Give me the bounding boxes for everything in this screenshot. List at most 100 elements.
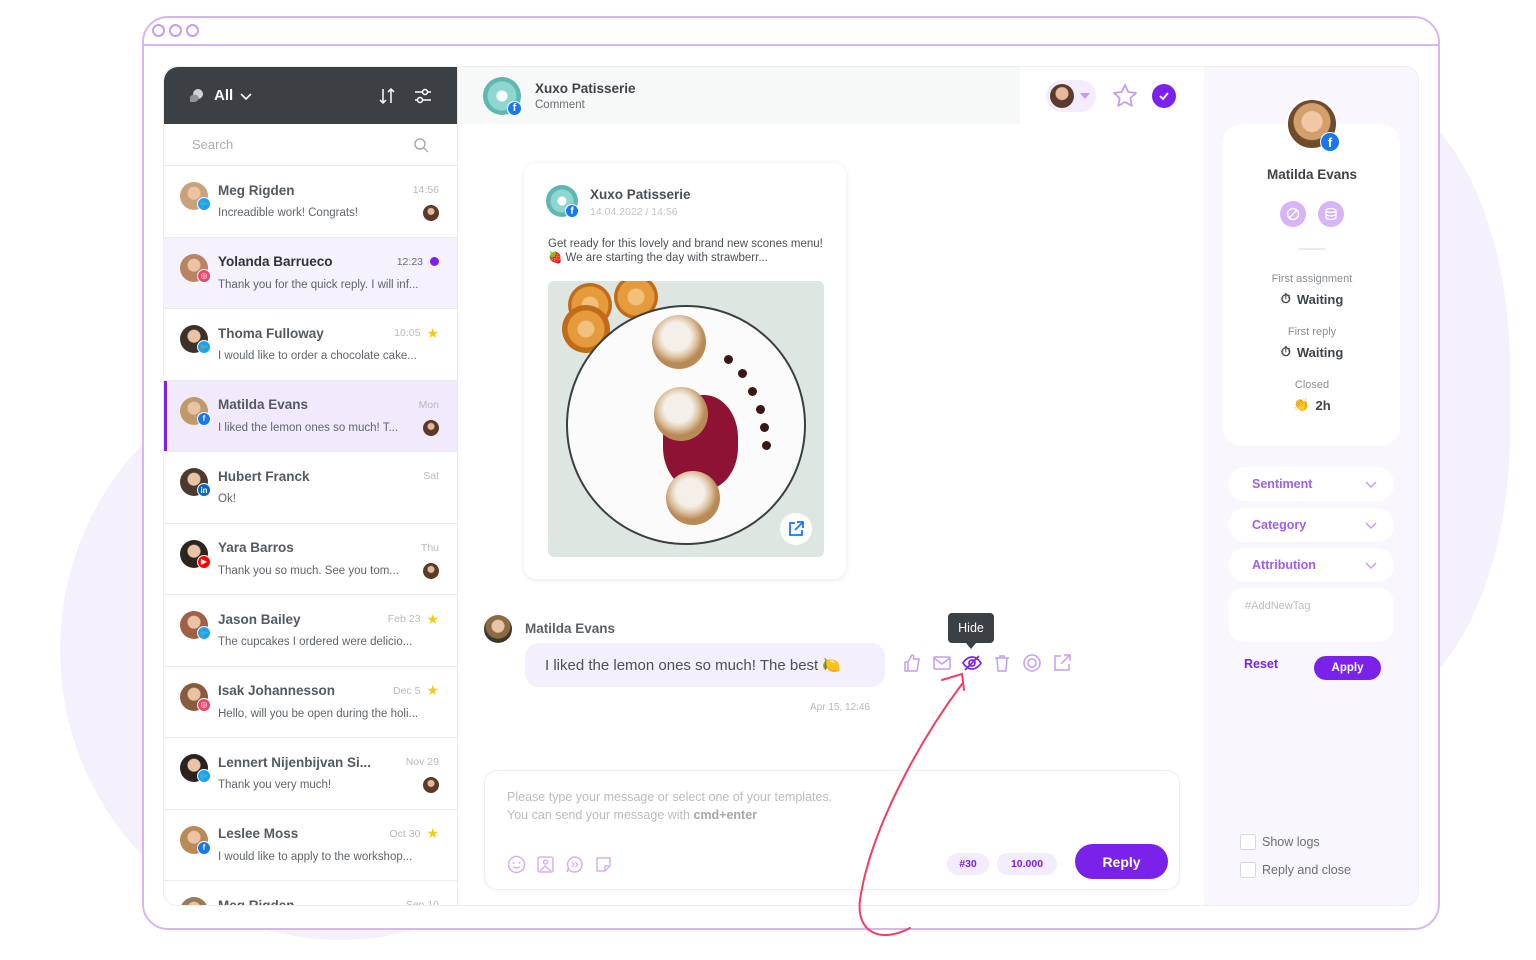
filter-sliders-icon[interactable] — [413, 86, 433, 106]
apply-button[interactable]: Apply — [1314, 656, 1381, 680]
post-image[interactable] — [548, 281, 824, 557]
checkbox[interactable] — [1240, 834, 1256, 850]
conversation-time: Thu — [420, 541, 439, 554]
reset-button[interactable]: Reset — [1244, 657, 1278, 671]
conversation-preview: I liked the lemon ones so much! T... — [218, 421, 399, 434]
facebook-icon: f — [565, 204, 579, 218]
filter-all-label[interactable]: All — [214, 87, 233, 104]
chevron-down-icon — [1365, 522, 1377, 530]
chevron-down-icon[interactable] — [239, 89, 253, 103]
checkbox[interactable] — [1240, 862, 1256, 878]
add-tag-input[interactable] — [1228, 588, 1394, 624]
reply-button[interactable]: Reply — [1075, 844, 1168, 879]
conversation-preview: I would like to order a chocolate cake..… — [218, 350, 417, 362]
star-icon[interactable]: ★ — [426, 825, 439, 842]
image-detail — [756, 405, 765, 414]
image-attach-icon[interactable] — [536, 855, 555, 874]
window-control-dot[interactable] — [186, 24, 199, 37]
dropdown-label: Attribution — [1252, 558, 1316, 572]
character-limit-chip[interactable]: 10.000 — [997, 853, 1057, 875]
chevron-down-icon — [1365, 562, 1377, 570]
block-icon — [1286, 207, 1300, 221]
conversation-item[interactable]: in Hubert Franck Sat Ok! — [164, 452, 457, 524]
facebook-icon: f — [197, 411, 211, 426]
hashtag-count-chip[interactable]: #30 — [947, 853, 989, 875]
like-icon[interactable] — [902, 653, 922, 673]
open-external-icon[interactable] — [1052, 653, 1072, 673]
image-detail — [724, 355, 733, 364]
conversation-time: 12:23 — [396, 255, 423, 268]
conversation-name: Hubert Franck — [218, 468, 310, 484]
assign-icon[interactable] — [1022, 653, 1042, 673]
hide-icon[interactable] — [962, 653, 982, 673]
star-icon[interactable]: ★ — [426, 611, 439, 628]
conversation-item[interactable]: 🐦 Lennert Nijenbijvan Si... Nov 29 Thank yo… — [164, 738, 457, 810]
star-icon[interactable] — [1112, 83, 1138, 109]
conversation-item[interactable]: f Leslee Moss Oct 30 ★ I would like to apply… — [164, 810, 457, 881]
sentiment-dropdown[interactable]: Sentiment — [1228, 467, 1394, 501]
assignee-avatar — [423, 777, 439, 793]
conversation-preview: Ok! — [218, 493, 236, 505]
show-logs-checkbox[interactable]: Show logs — [1240, 834, 1320, 850]
twitter-icon: 🐦 — [197, 626, 211, 640]
message-author: Matilda Evans — [525, 621, 616, 636]
conversation-item[interactable]: 🐦 Thoma Fulloway 10:05 ★ I would like to ord… — [164, 309, 457, 381]
clapping-hands-icon: 👏 — [1293, 397, 1310, 412]
caret-down-icon — [1080, 92, 1090, 99]
post-date: 14.04.2022 / 14:56 — [590, 206, 678, 218]
assignee-dropdown[interactable] — [1046, 79, 1096, 112]
stopwatch-icon: ⏱ — [1280, 291, 1291, 306]
stat-label: First assignment — [1271, 273, 1353, 285]
star-icon[interactable]: ★ — [426, 682, 439, 699]
conversation-list: 🐦 Meg Rigden 14:56 Increadible work! Congra… — [164, 166, 457, 906]
instagram-icon: ◎ — [197, 268, 211, 283]
window-control-dot[interactable] — [169, 24, 182, 37]
emoji-icon[interactable] — [507, 855, 526, 874]
message-author-avatar — [484, 615, 512, 643]
conversation-item[interactable]: ◎ Isak Johannesson Dec 5 ★ Hello, will you b… — [164, 667, 457, 738]
contact-avatar — [180, 897, 208, 905]
note-icon[interactable] — [594, 855, 613, 874]
conversation-name: Lennert Nijenbijvan Si... — [218, 754, 372, 770]
reply-and-close-checkbox[interactable]: Reply and close — [1240, 862, 1351, 878]
block-button[interactable] — [1280, 201, 1306, 227]
post-text: Get ready for this lovely and brand new … — [548, 238, 823, 264]
conversation-item[interactable]: ▶ Yara Barros Thu Thank you so much. See yo… — [164, 524, 457, 595]
stat-label: Closed — [1294, 379, 1330, 391]
search-icon[interactable] — [413, 137, 429, 153]
conversation-item[interactable]: ◎ Yolanda Barrueco 12:23 Thank you for the … — [164, 237, 457, 309]
conversation-name: Thoma Fulloway — [218, 325, 324, 341]
open-post-button[interactable] — [780, 513, 812, 545]
conversation-item[interactable]: 🐦 Jason Bailey Feb 23 ★ The cupcakes I order… — [164, 595, 457, 667]
conversation-preview: Increadible work! Congrats! — [218, 207, 358, 219]
unread-dot-icon — [430, 257, 439, 266]
mark-done-button[interactable] — [1152, 83, 1176, 108]
contact-actions — [1204, 201, 1418, 227]
message-time: Apr 15, 12:46 — [810, 702, 871, 713]
conversation-time: 14:56 — [412, 184, 439, 196]
database-icon — [1325, 207, 1337, 221]
stat-label: First reply — [1287, 326, 1337, 338]
conversation-item[interactable]: f Matilda Evans Mon I liked the lemon ones … — [164, 380, 457, 452]
category-dropdown[interactable]: Category — [1228, 508, 1394, 542]
instagram-icon: ◎ — [197, 697, 211, 712]
attribution-dropdown[interactable]: Attribution — [1228, 548, 1394, 582]
reply-input[interactable] — [485, 771, 1179, 841]
conversation-time: Sep 10 — [405, 899, 439, 906]
conversation-header: f Xuxo Patisserie Comment — [458, 67, 1020, 124]
crm-database-button[interactable] — [1318, 201, 1344, 227]
search-input[interactable] — [192, 137, 413, 152]
star-icon[interactable]: ★ — [426, 325, 439, 342]
conversation-item[interactable]: 🐦Meg RigdenSep 10 — [164, 881, 457, 906]
message-actions — [902, 653, 1072, 673]
delete-icon[interactable] — [992, 653, 1012, 673]
youtube-icon: ▶ — [197, 554, 211, 569]
window-control-dot[interactable] — [152, 24, 165, 37]
conversation-time: Oct 30 — [389, 827, 421, 840]
conversation-name: Meg Rigden — [218, 182, 295, 198]
templates-icon[interactable] — [565, 855, 584, 874]
conversation-actions — [1020, 67, 1204, 124]
sort-icon[interactable] — [377, 86, 397, 106]
private-message-icon[interactable] — [932, 653, 952, 673]
conversation-item[interactable]: 🐦 Meg Rigden 14:56 Increadible work! Congra… — [164, 166, 457, 238]
